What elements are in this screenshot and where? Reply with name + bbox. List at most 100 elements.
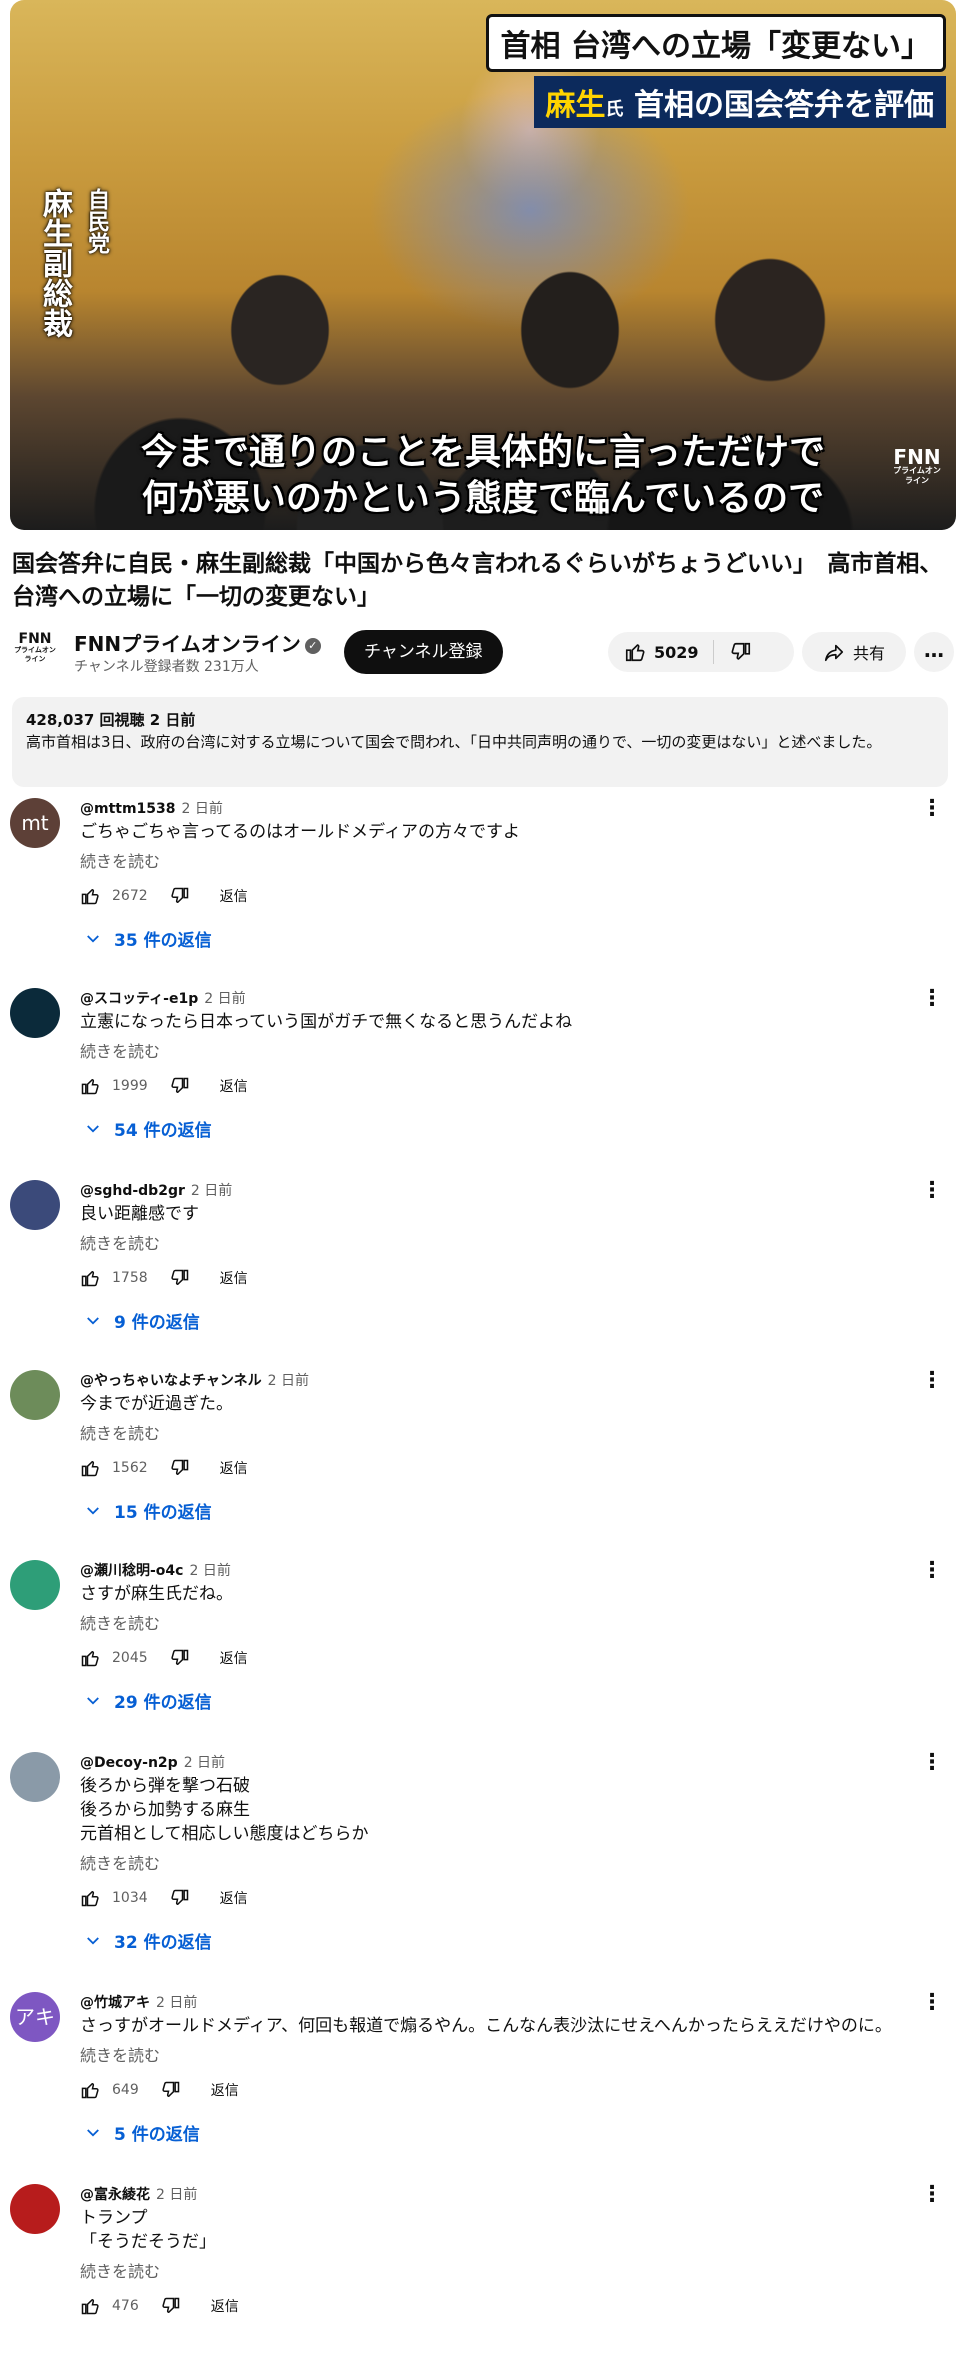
thumbs-up-icon[interactable] <box>80 2080 100 2100</box>
comment-time[interactable]: 2 日前 <box>156 1995 197 2011</box>
comment-author[interactable]: @竹城アキ <box>80 1995 150 2011</box>
read-more-link[interactable]: 続きを読む <box>80 1038 160 1062</box>
thumbs-up-icon[interactable] <box>80 1648 100 1668</box>
thumbs-down-icon[interactable] <box>170 1648 190 1668</box>
comment-menu-icon[interactable]: ⋮ <box>921 1560 943 1582</box>
reply-button[interactable]: 返信 <box>211 2296 239 2316</box>
comment-avatar[interactable] <box>10 2184 60 2234</box>
share-arrow-icon <box>823 641 845 663</box>
thumbs-down-icon[interactable] <box>170 1888 190 1908</box>
comment-menu-icon[interactable]: ⋮ <box>921 1752 943 1774</box>
comment-menu-icon[interactable]: ⋮ <box>921 798 943 820</box>
view-stats: 428,037 回視聴 2 日前 <box>26 711 196 729</box>
thumbs-down-icon[interactable] <box>161 2296 181 2316</box>
channel-avatar[interactable]: FNN プライムオンライン <box>12 632 58 668</box>
comment-menu-icon[interactable]: ⋮ <box>921 1180 943 1202</box>
comment-header: @スコッティ-e1p 2 日前 <box>80 988 246 1008</box>
reply-button[interactable]: 返信 <box>220 886 248 906</box>
comment-avatar[interactable]: アキ <box>10 1992 60 2042</box>
view-replies-button[interactable]: 29 件の返信 <box>84 1688 212 1713</box>
comment-author[interactable]: @富永綾花 <box>80 2187 150 2203</box>
read-more-link[interactable]: 続きを読む <box>80 1420 160 1444</box>
comment-author[interactable]: @瀬川稔明-o4c <box>80 1563 183 1579</box>
dislike-button[interactable] <box>714 641 768 663</box>
read-more-link[interactable]: 続きを読む <box>80 2042 160 2066</box>
comment-author[interactable]: @mttm1538 <box>80 801 176 817</box>
comment-text: 立憲になったら日本っていう国がガチで無くなると思うんだよね <box>80 1012 573 1032</box>
read-more-link[interactable]: 続きを読む <box>80 1850 160 1874</box>
like-button[interactable]: 5029 <box>608 640 714 664</box>
comment-time[interactable]: 2 日前 <box>204 991 245 1007</box>
description-box[interactable]: 428,037 回視聴 2 日前 高市首相は3日、政府の台湾に対する立場について… <box>12 697 948 787</box>
more-actions-button[interactable]: … <box>914 632 954 672</box>
thumbs-up-icon[interactable] <box>80 1458 100 1478</box>
comment-menu-icon[interactable]: ⋮ <box>921 1992 943 2014</box>
share-button[interactable]: 共有 <box>802 632 906 672</box>
read-more-link[interactable]: 続きを読む <box>80 1230 160 1254</box>
comment-avatar[interactable] <box>10 1752 60 1802</box>
reply-button[interactable]: 返信 <box>220 1268 248 1288</box>
comment-text: 良い距離感です <box>80 1204 199 1224</box>
thumbs-up-icon[interactable] <box>80 886 100 906</box>
comment-like-count: 476 <box>112 2298 139 2314</box>
reply-button[interactable]: 返信 <box>220 1648 248 1668</box>
video-player[interactable]: 首相 台湾への立場「変更ない」 麻生氏 首相の国会答弁を評価 自民党 麻生副総裁… <box>10 0 956 530</box>
view-replies-button[interactable]: 5 件の返信 <box>84 2120 200 2145</box>
comment-author[interactable]: @Decoy-n2p <box>80 1755 178 1771</box>
thumbs-up-icon[interactable] <box>80 1076 100 1096</box>
view-replies-button[interactable]: 35 件の返信 <box>84 926 212 951</box>
comment-header: @mttm1538 2 日前 <box>80 798 223 818</box>
comment-text: トランプ 「そうだそうだ」 <box>80 2208 216 2252</box>
comment-header: @Decoy-n2p 2 日前 <box>80 1752 225 1772</box>
comment-author[interactable]: @sghd-db2gr <box>80 1183 185 1199</box>
comment-menu-icon[interactable]: ⋮ <box>921 1370 943 1392</box>
comment-avatar[interactable]: mt <box>10 798 60 848</box>
thumbs-down-icon[interactable] <box>170 1458 190 1478</box>
comment-time[interactable]: 2 日前 <box>156 2187 197 2203</box>
read-more-link[interactable]: 続きを読む <box>80 1610 160 1634</box>
comment-header: @sghd-db2gr 2 日前 <box>80 1180 232 1200</box>
read-more-link[interactable]: 続きを読む <box>80 848 160 872</box>
thumbs-down-icon[interactable] <box>170 1076 190 1096</box>
view-replies-button[interactable]: 32 件の返信 <box>84 1928 212 1953</box>
comment-time[interactable]: 2 日前 <box>191 1183 232 1199</box>
read-more-link[interactable]: 続きを読む <box>80 2258 160 2282</box>
thumbs-down-icon[interactable] <box>170 1268 190 1288</box>
comment-avatar[interactable] <box>10 1560 60 1610</box>
thumbs-up-icon[interactable] <box>80 2296 100 2316</box>
comment-menu-icon[interactable]: ⋮ <box>921 988 943 1010</box>
view-replies-button[interactable]: 15 件の返信 <box>84 1498 212 1523</box>
comment-text: さっすがオールドメディア、何回も報道で煽るやん。こんなん表沙汰にせえへんかったら… <box>80 2016 892 2036</box>
subscribe-button[interactable]: チャンネル登録 <box>344 630 503 674</box>
view-replies-button[interactable]: 9 件の返信 <box>84 1308 200 1333</box>
comment-like-count: 1999 <box>112 1078 148 1094</box>
comment-time[interactable]: 2 日前 <box>189 1563 230 1579</box>
comment-avatar[interactable] <box>10 1370 60 1420</box>
replies-count: 15 件の返信 <box>114 1503 212 1523</box>
thumbs-down-icon[interactable] <box>161 2080 181 2100</box>
comment-menu-icon[interactable]: ⋮ <box>921 2184 943 2206</box>
thumbs-up-icon[interactable] <box>80 1268 100 1288</box>
comment-author[interactable]: @スコッティ-e1p <box>80 991 198 1007</box>
reply-button[interactable]: 返信 <box>211 2080 239 2100</box>
comment-thread: @スコッティ-e1p 2 日前 ⋮ 立憲になったら日本っていう国がガチで無くなると思う… <box>0 988 961 1146</box>
reply-button[interactable]: 返信 <box>220 1458 248 1478</box>
reply-button[interactable]: 返信 <box>220 1076 248 1096</box>
comment-time[interactable]: 2 日前 <box>182 801 223 817</box>
thumbs-up-icon[interactable] <box>80 1888 100 1908</box>
reply-button[interactable]: 返信 <box>220 1888 248 1908</box>
chevron-down-icon <box>84 1502 102 1520</box>
like-dislike-group: 5029 <box>608 632 794 672</box>
thumbs-down-icon <box>730 641 752 663</box>
comment-actions: 1999 返信 <box>80 1074 248 1098</box>
thumbs-down-icon[interactable] <box>170 886 190 906</box>
comment-thread: @sghd-db2gr 2 日前 ⋮ 良い距離感です 続きを読む 1758 返信 9 件の返信 <box>0 1180 961 1338</box>
comment-author[interactable]: @やっちゃいなよチャンネル <box>80 1373 262 1389</box>
comment-avatar[interactable] <box>10 988 60 1038</box>
comment-time[interactable]: 2 日前 <box>268 1373 309 1389</box>
view-replies-button[interactable]: 54 件の返信 <box>84 1116 212 1141</box>
comment-text: 後ろから弾を撃つ石破 後ろから加勢する麻生 元首相として相応しい態度はどちらか <box>80 1776 369 1844</box>
comment-time[interactable]: 2 日前 <box>184 1755 225 1771</box>
channel-name[interactable]: FNNプライムオンライン ✓ <box>74 628 321 657</box>
comment-avatar[interactable] <box>10 1180 60 1230</box>
